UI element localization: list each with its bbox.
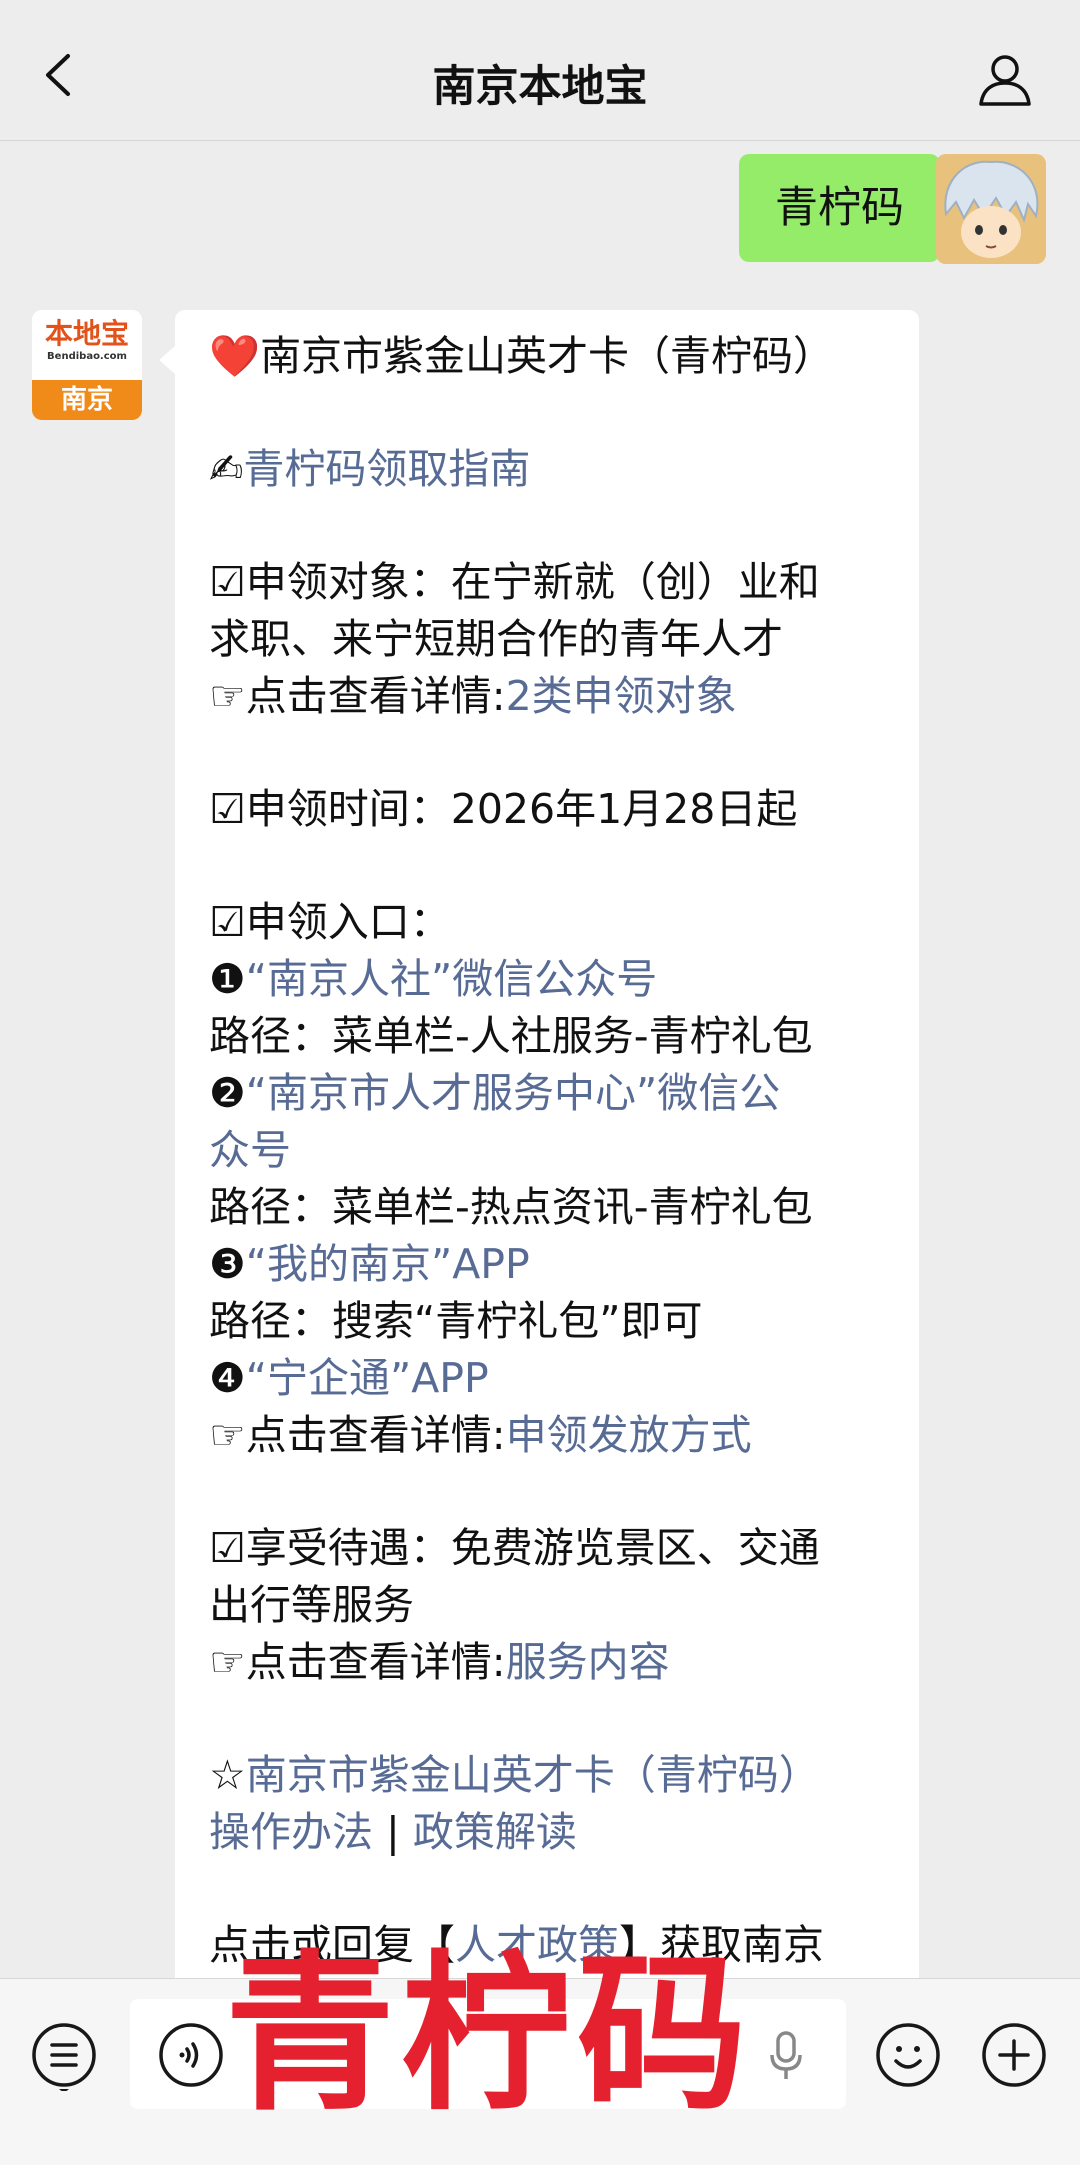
policy-link-2[interactable]: 操作办法 bbox=[209, 1808, 373, 1856]
avatar-logo-sub: Bendibao.com bbox=[47, 351, 127, 362]
menu-list-icon[interactable] bbox=[28, 2019, 100, 2091]
guide-line: ✍青柠码领取指南 bbox=[209, 441, 885, 498]
my-avatar[interactable] bbox=[936, 154, 1046, 264]
voice-icon[interactable] bbox=[155, 2019, 227, 2091]
official-account-avatar[interactable]: 本地宝 Bendibao.com 南京 bbox=[32, 310, 142, 420]
target-label: ☑申领对象：在宁新就（创）业和 bbox=[209, 558, 820, 606]
message-title: 南京市紫金山英才卡（青柠码） bbox=[260, 332, 835, 380]
entry-2-path: 路径：菜单栏-热点资讯-青柠礼包 bbox=[209, 1183, 813, 1231]
entry-2-cont: 众号 bbox=[209, 1122, 885, 1179]
nav-bar: 南京本地宝 bbox=[0, 0, 1080, 141]
avatar-logo-text: 本地宝 bbox=[44, 317, 129, 350]
heart-icon: ❤️ bbox=[209, 332, 261, 380]
chat-area[interactable]: 青柠码 本地宝 Bendibao.com 南京 ❤️南京市紫金山英才卡（青柠码）… bbox=[0, 140, 1080, 1978]
target-detail-line: ☞点击查看详情:2类申领对象 bbox=[209, 668, 885, 725]
anime-avatar-image bbox=[936, 154, 1046, 264]
benefit-label: ☑享受待遇：免费游览景区、交通 bbox=[209, 1524, 820, 1572]
target-link[interactable]: 2类申领对象 bbox=[506, 672, 737, 720]
policy-line-2: 操作办法 | 政策解读 bbox=[209, 1804, 885, 1861]
entry-label: ☑申领入口： bbox=[209, 898, 451, 946]
entry-detail-line: ☞点击查看详情:申领发放方式 bbox=[209, 1407, 885, 1464]
policy-separator: | bbox=[373, 1808, 413, 1856]
writing-hand-icon: ✍ bbox=[209, 445, 244, 493]
entry-2: ❷“南京市人才服务中心”微信公 bbox=[209, 1065, 885, 1122]
entry-1-path: 路径：菜单栏-人社服务-青柠礼包 bbox=[209, 1012, 813, 1060]
guide-link[interactable]: 青柠码领取指南 bbox=[243, 445, 530, 493]
entry-1-link[interactable]: “南京人社”微信公众号 bbox=[246, 955, 657, 1003]
microphone-icon[interactable] bbox=[750, 2019, 822, 2091]
number-1-icon: ❶ bbox=[209, 955, 246, 1003]
incoming-message-bubble[interactable]: ❤️南京市紫金山英才卡（青柠码） ✍青柠码领取指南 ☑申领对象：在宁新就（创）业… bbox=[159, 310, 919, 1978]
entry-2-link[interactable]: “南京市人才服务中心”微信公 bbox=[246, 1069, 780, 1117]
benefit-detail-line: ☞点击查看详情:服务内容 bbox=[209, 1634, 885, 1691]
message-title-line: ❤️南京市紫金山英才卡（青柠码） bbox=[209, 328, 885, 385]
star-icon: ☆ bbox=[209, 1751, 246, 1799]
entry-1: ❶“南京人社”微信公众号 bbox=[209, 951, 885, 1008]
chat-title: 南京本地宝 bbox=[432, 62, 648, 112]
detail-prefix: ☞点击查看详情: bbox=[209, 1638, 506, 1686]
outgoing-message-text: 青柠码 bbox=[775, 183, 904, 233]
entry-detail-link[interactable]: 申领发放方式 bbox=[506, 1411, 752, 1459]
entry-3: ❸“我的南京”APP bbox=[209, 1236, 885, 1293]
time-line: ☑申领时间：2026年1月28日起 bbox=[209, 785, 798, 833]
entry-2-link-cont[interactable]: 众号 bbox=[209, 1126, 291, 1174]
emoji-icon[interactable] bbox=[872, 2019, 944, 2091]
benefit-label-cont: 出行等服务 bbox=[209, 1581, 414, 1629]
number-3-icon: ❸ bbox=[209, 1240, 246, 1288]
avatar-city-label: 南京 bbox=[32, 380, 142, 420]
detail-prefix: ☞点击查看详情: bbox=[209, 1411, 506, 1459]
outgoing-message-bubble[interactable]: 青柠码 bbox=[739, 154, 956, 262]
detail-prefix: ☞点击查看详情: bbox=[209, 672, 506, 720]
benefit-link[interactable]: 服务内容 bbox=[506, 1638, 670, 1686]
number-4-icon: ❹ bbox=[209, 1354, 246, 1402]
person-icon[interactable] bbox=[976, 50, 1034, 108]
overlay-caption: 青柠码 bbox=[225, 1936, 754, 2134]
number-2-icon: ❷ bbox=[209, 1069, 246, 1117]
entry-4-link[interactable]: “宁企通”APP bbox=[246, 1354, 489, 1402]
entry-4: ❹“宁企通”APP bbox=[209, 1350, 885, 1407]
policy-link-3[interactable]: 政策解读 bbox=[413, 1808, 577, 1856]
policy-line: ☆南京市紫金山英才卡（青柠码） bbox=[209, 1747, 885, 1804]
entry-3-link[interactable]: “我的南京”APP bbox=[246, 1240, 530, 1288]
plus-icon[interactable] bbox=[978, 2019, 1050, 2091]
policy-link-1[interactable]: 南京市紫金山英才卡（青柠码） bbox=[246, 1751, 820, 1799]
target-label-cont: 求职、来宁短期合作的青年人才 bbox=[209, 615, 783, 663]
entry-3-path: 路径：搜索“青柠礼包”即可 bbox=[209, 1297, 703, 1345]
